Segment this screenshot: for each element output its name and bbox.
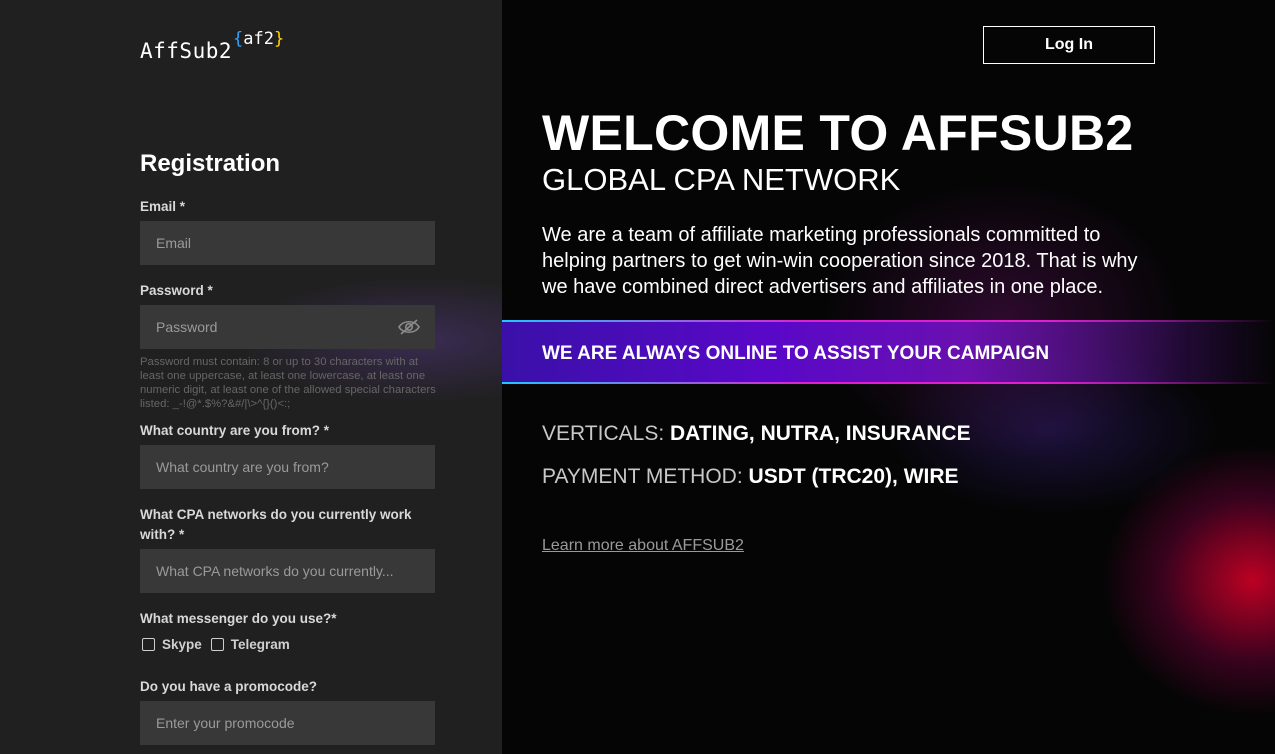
email-field[interactable] bbox=[140, 221, 435, 265]
logo-badge: {af2} bbox=[233, 28, 284, 50]
support-banner: WE ARE ALWAYS ONLINE TO ASSIST YOUR CAMP… bbox=[502, 320, 1275, 384]
registration-panel: AffSub2 {af2} Registration Email * Passw… bbox=[0, 0, 502, 754]
login-button[interactable]: Log In bbox=[983, 26, 1155, 64]
logo-text: AffSub2 bbox=[140, 39, 233, 63]
verticals-label: VERTICALS: bbox=[542, 422, 665, 445]
email-label: Email * bbox=[140, 199, 186, 214]
messenger-options: Skype Telegram bbox=[142, 637, 299, 652]
registration-title: Registration bbox=[140, 150, 281, 177]
hero-panel: Log In WELCOME TO AFFSUB2 GLOBAL CPA NET… bbox=[502, 0, 1275, 754]
support-banner-text: WE ARE ALWAYS ONLINE TO ASSIST YOUR CAMP… bbox=[542, 343, 1050, 364]
hero-description: We are a team of affiliate marketing pro… bbox=[542, 224, 1138, 298]
telegram-checkbox[interactable] bbox=[210, 638, 224, 651]
page: AffSub2 {af2} Registration Email * Passw… bbox=[0, 0, 1275, 754]
payment-line: PAYMENT METHOD: USDT (TRC20), WIRE bbox=[542, 465, 959, 489]
hero-title: WELCOME TO AFFSUB2 bbox=[542, 105, 1134, 161]
skype-checkbox[interactable] bbox=[142, 638, 155, 651]
affsub2-logo[interactable]: AffSub2 {af2} bbox=[140, 28, 284, 74]
telegram-label[interactable]: Telegram bbox=[231, 637, 290, 652]
logo-brace-close: } bbox=[273, 29, 285, 49]
password-label: Password * bbox=[140, 283, 213, 298]
verticals-value: DATING, NUTRA, INSURANCE bbox=[670, 422, 971, 445]
cpa-networks-field[interactable] bbox=[140, 549, 435, 593]
logo-badge-text: af2 bbox=[243, 29, 274, 49]
learn-more-link[interactable]: Learn more about AFFSUB2 bbox=[542, 537, 744, 555]
password-hint: Password must contain: 8 or up to 30 cha… bbox=[140, 356, 436, 410]
payment-value: USDT (TRC20), WIRE bbox=[748, 465, 959, 488]
promocode-label: Do you have a promocode? bbox=[140, 679, 318, 694]
promocode-field[interactable] bbox=[140, 701, 435, 745]
payment-label: PAYMENT METHOD: bbox=[542, 465, 743, 488]
eye-off-icon[interactable] bbox=[398, 318, 420, 336]
logo-brace-open: { bbox=[233, 29, 244, 49]
country-label: What country are you from? * bbox=[140, 423, 330, 438]
skype-label[interactable]: Skype bbox=[162, 637, 202, 652]
cpa-networks-label: What CPA networks do you currently work … bbox=[140, 507, 412, 542]
password-field[interactable] bbox=[140, 305, 435, 349]
messenger-label: What messenger do you use?* bbox=[140, 611, 337, 626]
hero-subtitle: GLOBAL CPA NETWORK bbox=[542, 162, 901, 197]
country-field[interactable] bbox=[140, 445, 435, 489]
hero-glow-red bbox=[932, 380, 1275, 754]
verticals-line: VERTICALS: DATING, NUTRA, INSURANCE bbox=[542, 422, 971, 446]
